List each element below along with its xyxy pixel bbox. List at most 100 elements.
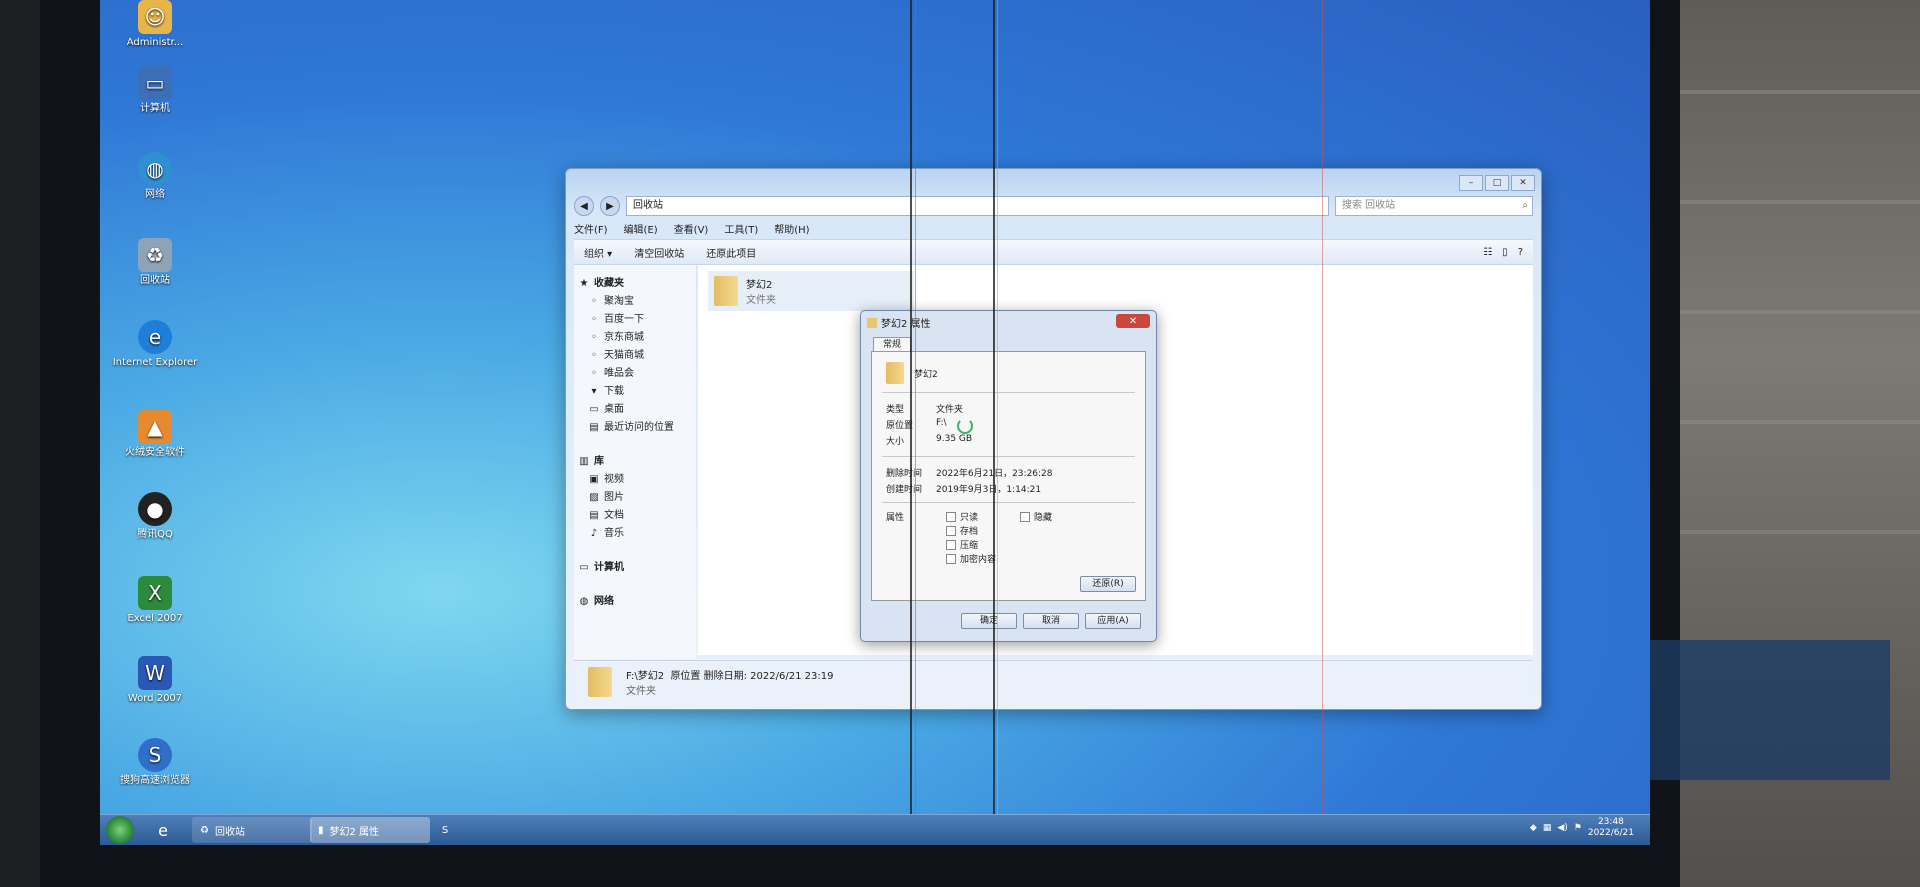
document-icon: ▤ — [589, 510, 599, 521]
clock[interactable]: 23:48 2022/6/21 — [1588, 817, 1634, 839]
network-status-icon[interactable]: ▦ — [1543, 823, 1552, 833]
search-icon: ⌕ — [1522, 200, 1528, 211]
forward-button[interactable]: ▶ — [600, 196, 620, 216]
preview-pane-icon[interactable]: ▯ — [1502, 247, 1508, 258]
address-bar[interactable]: 回收站 — [626, 196, 1329, 216]
tab-general[interactable]: 常规 — [873, 337, 911, 352]
clock-time: 23:48 — [1597, 817, 1624, 827]
recycle-bin-icon: ♻ — [138, 238, 172, 272]
taskbar-item-recycle-bin[interactable]: ♻ 回收站 — [192, 817, 312, 843]
restore-item-button[interactable]: 还原此项目 — [706, 245, 756, 260]
link-icon: ◦ — [591, 296, 597, 307]
nav-favorites[interactable]: ★ 收藏夹 — [574, 275, 696, 293]
qq-icon: ● — [138, 492, 172, 526]
desktop-icon-word[interactable]: W Word 2007 — [110, 656, 200, 705]
readonly-checkbox[interactable]: 只读 — [946, 510, 978, 523]
nav-item-pictures[interactable]: ▨ 图片 — [574, 489, 696, 507]
desktop-icon-sogou[interactable]: S 搜狗高速浏览器 — [110, 738, 200, 787]
desktop-icon-qq[interactable]: ● 腾讯QQ — [110, 492, 200, 541]
restore-button[interactable]: 还原(R) — [1080, 576, 1136, 592]
computer-icon: ▭ — [579, 562, 589, 573]
ie-taskbar-button[interactable]: e — [148, 817, 178, 843]
shield-icon[interactable]: ◆ — [1530, 823, 1537, 833]
menu-help[interactable]: 帮助(H) — [774, 221, 809, 237]
desktop-icon-huorong[interactable]: ▲ 火绒安全软件 — [110, 410, 200, 459]
divider — [882, 502, 1135, 503]
nav-item-music[interactable]: ♪ 音乐 — [574, 525, 696, 543]
nav-libraries[interactable]: ▥ 库 — [574, 453, 696, 471]
sogou-taskbar-button[interactable]: S — [430, 817, 460, 843]
folder-name: 梦幻2 — [914, 369, 938, 380]
nav-item-recent[interactable]: ▤ 最近访问的位置 — [574, 419, 696, 437]
maximize-button[interactable]: □ — [1485, 175, 1509, 191]
cancel-button[interactable]: 取消 — [1023, 613, 1079, 629]
excel-icon: X — [138, 576, 172, 610]
divider — [882, 456, 1135, 457]
dialog-title: 梦幻2 属性 — [867, 315, 931, 330]
minimize-button[interactable]: – — [1459, 175, 1483, 191]
address-text: 回收站 — [633, 200, 663, 211]
screen-defect-line — [997, 0, 998, 845]
dialog-close-button[interactable]: ✕ — [1116, 314, 1150, 328]
nav-item-vip[interactable]: ◦ 唯品会 — [574, 365, 696, 383]
nav-item-jutaobao[interactable]: ◦ 聚淘宝 — [574, 293, 696, 311]
apply-button[interactable]: 应用(A) — [1085, 613, 1141, 629]
volume-icon[interactable]: ◀) — [1557, 823, 1567, 833]
taskbar-item-properties[interactable]: ▮ 梦幻2 属性 — [310, 817, 430, 843]
folder-icon — [588, 667, 612, 697]
desktop-icon-internet-explorer[interactable]: e Internet Explorer — [110, 320, 200, 369]
picture-icon: ▨ — [589, 492, 599, 503]
link-icon: ◦ — [591, 350, 597, 361]
close-button[interactable]: ✕ — [1511, 175, 1535, 191]
desktop-icon-network[interactable]: ◍ 网络 — [110, 152, 200, 201]
nav-item-tmall[interactable]: ◦ 天猫商城 — [574, 347, 696, 365]
status-path: F:\梦幻2 — [626, 671, 665, 682]
taskbar: e ♻ 回收站 ▮ 梦幻2 属性 S ◆ ▦ ◀) ⚑ 23:48 2022/6… — [100, 814, 1650, 845]
folder-icon — [886, 362, 904, 384]
menu-view[interactable]: 查看(V) — [674, 221, 709, 237]
ie-icon: e — [138, 320, 172, 354]
help-icon[interactable]: ? — [1518, 247, 1523, 258]
desktop-screen: ☺ Administr... ▭ 计算机 ◍ 网络 ♻ 回收站 e Intern… — [100, 0, 1650, 845]
download-folder-icon: ▾ — [591, 386, 597, 397]
flag-icon[interactable]: ⚑ — [1574, 823, 1582, 833]
ok-button[interactable]: 确定 — [961, 613, 1017, 629]
view-options-icon[interactable]: ☷ — [1483, 247, 1492, 258]
navigation-pane: ★ 收藏夹 ◦ 聚淘宝 ◦ 百度一下 ◦ 京东商城 ◦ 天猫商城 ◦ 唯品会 ▾ 下载 ▭ 桌… — [574, 265, 696, 659]
empty-recycle-bin-button[interactable]: 清空回收站 — [634, 245, 684, 260]
start-button[interactable] — [106, 816, 134, 844]
properties-dialog[interactable]: 梦幻2 属性 ✕ 常规 梦幻2 类型 文件夹 原位置 F:\ 大小 9.35 GB — [860, 310, 1157, 642]
link-icon: ◦ — [591, 314, 597, 325]
archive-checkbox[interactable]: 存档 — [946, 524, 978, 537]
command-bar: 组织 ▾ 清空回收站 还原此项目 ☷ ▯ ? — [574, 239, 1533, 265]
nav-item-baidu[interactable]: ◦ 百度一下 — [574, 311, 696, 329]
menu-file[interactable]: 文件(F) — [574, 221, 608, 237]
back-button[interactable]: ◀ — [574, 196, 594, 216]
nav-network[interactable]: ◍ 网络 — [574, 593, 696, 611]
sogou-icon: S — [441, 824, 449, 836]
brick-joint — [1680, 90, 1920, 94]
compress-checkbox[interactable]: 压缩 — [946, 538, 978, 551]
nav-item-desktop[interactable]: ▭ 桌面 — [574, 401, 696, 419]
nav-computer[interactable]: ▭ 计算机 — [574, 559, 696, 577]
nav-item-downloads[interactable]: ▾ 下载 — [574, 383, 696, 401]
file-item[interactable]: 梦幻2 文件夹 — [708, 271, 914, 311]
desktop-icon-computer[interactable]: ▭ 计算机 — [110, 66, 200, 115]
attributes-label: 属性 — [886, 513, 905, 523]
type-row: 类型 文件夹 — [886, 405, 964, 415]
desktop-icon-recycle-bin[interactable]: ♻ 回收站 — [110, 238, 200, 287]
organize-button[interactable]: 组织 ▾ — [584, 245, 612, 260]
search-input[interactable]: 搜索 回收站 ⌕ — [1335, 196, 1533, 216]
brick-joint — [1680, 530, 1920, 534]
menu-tools[interactable]: 工具(T) — [724, 221, 758, 237]
nav-item-documents[interactable]: ▤ 文档 — [574, 507, 696, 525]
system-tray: ◆ ▦ ◀) ⚑ 23:48 2022/6/21 — [1530, 817, 1634, 839]
desktop-icon: ▭ — [589, 404, 599, 415]
desktop-icon-administrator[interactable]: ☺ Administr... — [110, 0, 200, 49]
nav-item-videos[interactable]: ▣ 视频 — [574, 471, 696, 489]
menu-edit[interactable]: 编辑(E) — [624, 221, 658, 237]
encrypt-checkbox[interactable]: 加密内容 — [946, 552, 996, 565]
hidden-checkbox[interactable]: 隐藏 — [1020, 510, 1052, 523]
desktop-icon-excel[interactable]: X Excel 2007 — [110, 576, 200, 625]
nav-item-jd[interactable]: ◦ 京东商城 — [574, 329, 696, 347]
